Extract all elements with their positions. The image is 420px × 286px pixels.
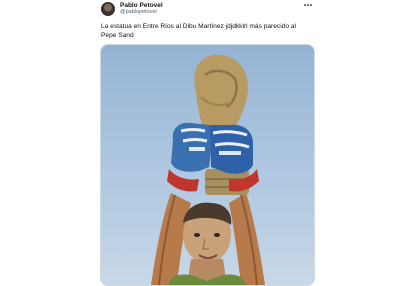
more-options-icon[interactable]	[302, 0, 314, 10]
tweet-card: Pablo Petovel @pablopetovel La estatua e…	[0, 0, 420, 286]
tweet-image[interactable]	[100, 44, 315, 286]
statue-illustration	[151, 54, 265, 285]
tweet-text: La estatua en Entre Ríos al Dibu Martíne…	[101, 23, 296, 40]
avatar[interactable]	[101, 2, 115, 16]
author-handle[interactable]: @pablopetovel	[120, 9, 157, 16]
